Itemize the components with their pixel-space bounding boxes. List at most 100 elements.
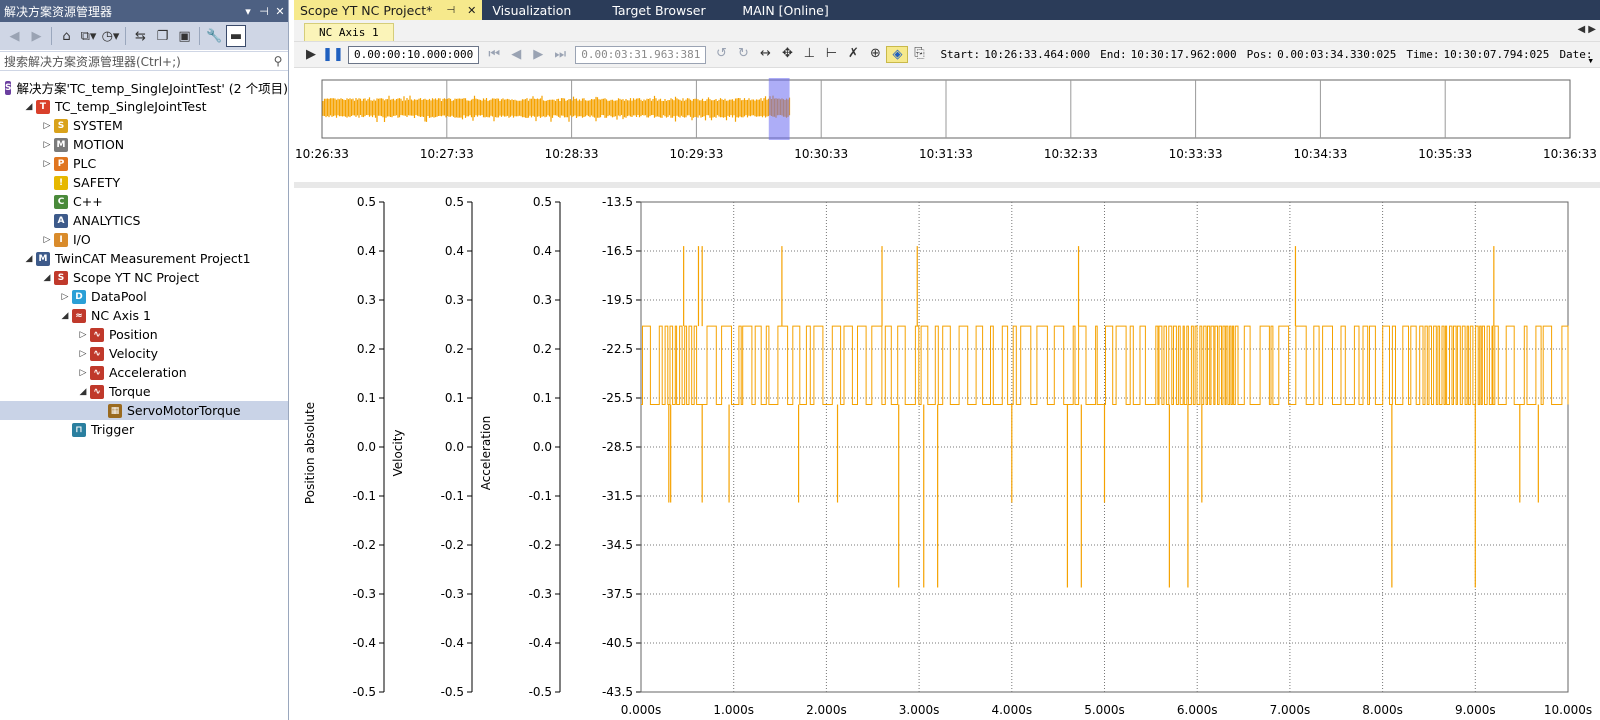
preview-icon[interactable]: ▬: [226, 25, 246, 47]
cursor-remove-icon[interactable]: ✗: [842, 46, 864, 63]
search-icon[interactable]: ⚲: [268, 54, 288, 68]
sync-icon[interactable]: ⇆: [130, 25, 151, 47]
tree-item[interactable]: ◢ S Scope YT NC Project: [0, 268, 288, 287]
pause-icon[interactable]: ❚❚: [322, 47, 344, 62]
first-icon[interactable]: ⏮: [483, 47, 505, 62]
tree-item[interactable]: ▷ I I/O: [0, 230, 288, 249]
tree-item-label: Position: [109, 327, 158, 342]
switch-views-icon[interactable]: ⧉▾: [78, 25, 99, 47]
pin-icon[interactable]: ⊣: [256, 5, 272, 18]
overview-tick-label: 10:27:33: [420, 147, 474, 161]
expander-icon[interactable]: ▷: [40, 121, 54, 131]
y-tick-label: -16.5: [602, 244, 633, 258]
show-all-files-icon[interactable]: ▣: [174, 25, 195, 47]
toolbar-overflow-icon[interactable]: ▾: [1587, 54, 1594, 67]
overview-icon[interactable]: ◈: [886, 46, 909, 63]
tab-scroll-arrows[interactable]: ◀ ▶: [1577, 24, 1596, 35]
properties-wrench-icon[interactable]: 🔧: [204, 25, 225, 47]
export-icon[interactable]: ⎘: [908, 46, 930, 63]
tree-item[interactable]: ▷ S SYSTEM: [0, 116, 288, 135]
close-icon[interactable]: ✕: [467, 4, 476, 17]
tree-item[interactable]: ▷ D DataPool: [0, 287, 288, 306]
tree-item[interactable]: ▷ M MOTION: [0, 135, 288, 154]
tree-item[interactable]: ▷ P PLC: [0, 154, 288, 173]
tree-item[interactable]: ▷ ∿ Velocity: [0, 344, 288, 363]
tree-item[interactable]: ◢ ∿ Torque: [0, 382, 288, 401]
home-icon[interactable]: ⌂: [56, 25, 77, 47]
tree-item[interactable]: ▦ ServoMotorTorque: [0, 401, 288, 420]
tree-item[interactable]: ▷ ∿ Position: [0, 325, 288, 344]
expander-icon[interactable]: ◢: [40, 273, 54, 283]
x-tick-label: 9.000s: [1455, 703, 1496, 717]
undo-icon[interactable]: ↺: [710, 46, 732, 63]
y-tick-label: -13.5: [602, 195, 633, 209]
overview-svg[interactable]: 10:26:33 10:27:33 10:28:33 10:29:33 10:30:33…: [294, 72, 1600, 180]
main-chart[interactable]: 0.5 0.4 0.3 0.2 0.1 0.0 -0.1 -0.2 -0.3 -0.4 -0.5 Po…: [294, 182, 1600, 720]
forward-arrow-icon[interactable]: ▶: [26, 25, 47, 47]
expander-icon[interactable]: ▷: [40, 159, 54, 169]
tab-nc-axis-1[interactable]: NC Axis 1: [304, 23, 394, 41]
position-field[interactable]: 0.00:03:31.963:381: [575, 45, 707, 64]
tab-visualization[interactable]: Visualization: [482, 0, 602, 20]
x-tick-label: 8.000s: [1362, 703, 1403, 717]
expander-icon[interactable]: ◢: [22, 102, 36, 112]
pending-changes-icon[interactable]: ◷▾: [100, 25, 121, 47]
last-icon[interactable]: ⏭: [549, 47, 571, 62]
solution-tree: S 解决方案'TC_temp_SingleJointTest' (2 个项目) ◢ T…: [0, 78, 288, 439]
tree-item[interactable]: ◢ M TwinCAT Measurement Project1: [0, 249, 288, 268]
back-arrow-icon[interactable]: ◀: [4, 25, 25, 47]
expander-icon[interactable]: ▷: [58, 292, 72, 302]
explorer-search-input[interactable]: 搜索解决方案资源管理器(Ctrl+;) ⚲: [0, 51, 288, 71]
pin-icon[interactable]: ⊣: [446, 5, 455, 16]
tab-scope-yt-nc-project[interactable]: Scope YT NC Project* ⊣ ✕: [294, 0, 483, 20]
expander-icon[interactable]: ◢: [76, 387, 90, 397]
tree-item[interactable]: ⊓ Trigger: [0, 420, 288, 439]
y-tick-label: 0.3: [357, 293, 376, 307]
expander-icon[interactable]: ◢: [22, 254, 36, 264]
expander-icon[interactable]: ▷: [40, 140, 54, 150]
tab-target-browser[interactable]: Target Browser: [602, 0, 732, 20]
tree-item-label: Velocity: [109, 346, 159, 361]
y-tick-label: -0.3: [353, 587, 376, 601]
y-tick-label: -0.1: [353, 489, 376, 503]
zoom-x-icon[interactable]: ⊥: [798, 46, 820, 63]
tree-item[interactable]: S 解决方案'TC_temp_SingleJointTest' (2 个项目): [0, 78, 288, 97]
tree-item[interactable]: ! SAFETY: [0, 173, 288, 192]
collapse-all-icon[interactable]: ❐: [152, 25, 173, 47]
cpp-icon: C: [54, 194, 68, 209]
pan-horizontal-icon[interactable]: ↔: [754, 46, 776, 63]
redo-icon[interactable]: ↻: [732, 46, 754, 63]
tab-label: Scope YT NC Project*: [300, 2, 433, 18]
expander-icon[interactable]: ▷: [76, 349, 90, 359]
interval-field[interactable]: 0.00:00:10.000:000: [348, 45, 480, 64]
y-tick-label: 0.1: [445, 391, 464, 405]
prev-icon[interactable]: ◀: [505, 47, 527, 62]
tree-item[interactable]: A ANALYTICS: [0, 211, 288, 230]
dropdown-icon[interactable]: ▾: [240, 5, 256, 18]
solution-icon: S: [4, 80, 12, 95]
tree-item-label: ANALYTICS: [73, 213, 141, 228]
main-chart-svg[interactable]: 0.5 0.4 0.3 0.2 0.1 0.0 -0.1 -0.2 -0.3 -0.4 -0.5 Po…: [294, 188, 1600, 720]
overview-tick-label: 10:32:33: [1044, 147, 1098, 161]
tree-item[interactable]: ◢ T TC_temp_SingleJointTest: [0, 97, 288, 116]
y-tick-label: -0.2: [441, 538, 464, 552]
play-icon[interactable]: ▶: [300, 47, 322, 62]
close-icon[interactable]: ✕: [272, 5, 288, 18]
explorer-title: 解决方案资源管理器: [4, 4, 113, 19]
tab-main-online[interactable]: MAIN [Online]: [732, 0, 842, 20]
pan-icon[interactable]: ✥: [776, 46, 798, 63]
tree-item-label: TwinCAT Measurement Project1: [55, 251, 251, 266]
expander-icon[interactable]: ◢: [58, 311, 72, 321]
overview-chart[interactable]: 10:26:33 10:27:33 10:28:33 10:29:33 10:30:33…: [294, 72, 1600, 180]
tree-item[interactable]: ▷ ∿ Acceleration: [0, 363, 288, 382]
expander-icon[interactable]: ▷: [76, 368, 90, 378]
tree-item[interactable]: ◢ ≈ NC Axis 1: [0, 306, 288, 325]
solution-explorer: 解决方案资源管理器 ▾ ⊣ ✕ ◀ ▶ ⌂ ⧉▾ ◷▾ ⇆ ❐ ▣ 🔧 ▬ 搜索解决方案资源管理器…: [0, 0, 289, 720]
zoom-max-icon[interactable]: ⊕: [864, 46, 886, 63]
expander-icon[interactable]: ▷: [40, 235, 54, 245]
time-label: Time:: [1406, 48, 1440, 61]
next-icon[interactable]: ▶: [527, 47, 549, 62]
zoom-y-icon[interactable]: ⊢: [820, 46, 842, 63]
expander-icon[interactable]: ▷: [76, 330, 90, 340]
tree-item[interactable]: C C++: [0, 192, 288, 211]
